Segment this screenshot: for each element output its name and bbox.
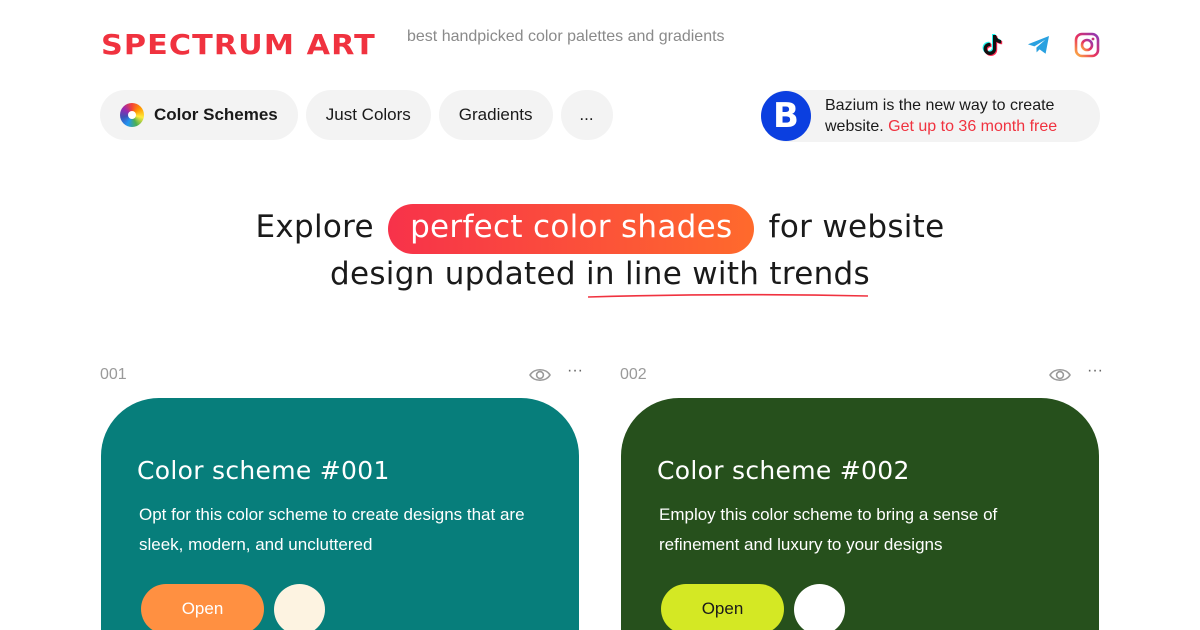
hero-line-1: Explore perfect color shades for website <box>0 204 1200 254</box>
card-number: 001 <box>100 366 127 383</box>
eye-icon[interactable] <box>1048 364 1072 386</box>
category-nav: Color Schemes Just Colors Gradients ... <box>100 90 613 140</box>
open-button[interactable]: Open <box>661 584 784 630</box>
tiktok-icon <box>982 34 1003 56</box>
nav-just-colors[interactable]: Just Colors <box>305 90 431 140</box>
hero-heading: Explore perfect color shades for website… <box>0 204 1200 298</box>
bazium-ad-banner[interactable]: B Bazium is the new way to create websit… <box>761 90 1100 142</box>
tiktok-link[interactable] <box>977 30 1007 60</box>
telegram-link[interactable] <box>1024 30 1054 60</box>
hero-highlight: perfect color shades <box>388 204 755 254</box>
squiggle-underline <box>587 293 868 298</box>
site-tagline: best handpicked color palettes and gradi… <box>407 28 725 45</box>
hero-line-2: design updated in line with trends <box>0 254 1200 298</box>
card-description: Employ this color scheme to bring a sens… <box>659 505 998 554</box>
card-title: Color scheme #002 <box>657 456 910 485</box>
nav-more-button[interactable]: ... <box>560 90 613 140</box>
nav-label: Gradients <box>458 105 533 124</box>
bazium-logo: B <box>761 91 811 141</box>
color-scheme-card[interactable]: Color scheme #001 Opt for this color sch… <box>101 398 579 630</box>
color-swatch[interactable] <box>274 584 325 630</box>
color-swatch[interactable] <box>794 584 845 630</box>
card-title: Color scheme #001 <box>137 456 390 485</box>
hero-text: design updated <box>330 256 576 292</box>
open-button[interactable]: Open <box>141 584 264 630</box>
hero-underlined-text: in line with trends <box>585 256 870 292</box>
color-scheme-card[interactable]: Color scheme #002 Employ this color sche… <box>621 398 1099 630</box>
site-logo[interactable]: SPECTRUM ART <box>101 28 376 61</box>
nav-label: ... <box>579 105 594 124</box>
ad-text: Bazium is the new way to create website.… <box>825 95 1100 137</box>
hero-text: for website <box>768 209 945 245</box>
card-number: 002 <box>620 366 647 383</box>
telegram-icon <box>1028 36 1049 54</box>
nav-color-schemes[interactable]: Color Schemes <box>100 90 298 140</box>
card-menu-button[interactable]: ··· <box>1087 362 1103 380</box>
card-description: Opt for this color scheme to create desi… <box>139 505 525 554</box>
instagram-icon <box>1074 32 1100 58</box>
hero-underlined: in line with trends <box>585 254 870 298</box>
card-menu-button[interactable]: ··· <box>567 362 583 380</box>
nav-label: Just Colors <box>325 105 411 124</box>
hero-text: Explore <box>255 209 374 245</box>
ad-cta-link[interactable]: Get up to 36 month free <box>888 118 1057 135</box>
nav-label: Color Schemes <box>154 105 278 124</box>
color-wheel-icon <box>120 103 144 127</box>
nav-gradients[interactable]: Gradients <box>438 90 553 140</box>
eye-icon[interactable] <box>528 364 552 386</box>
instagram-link[interactable] <box>1072 30 1102 60</box>
